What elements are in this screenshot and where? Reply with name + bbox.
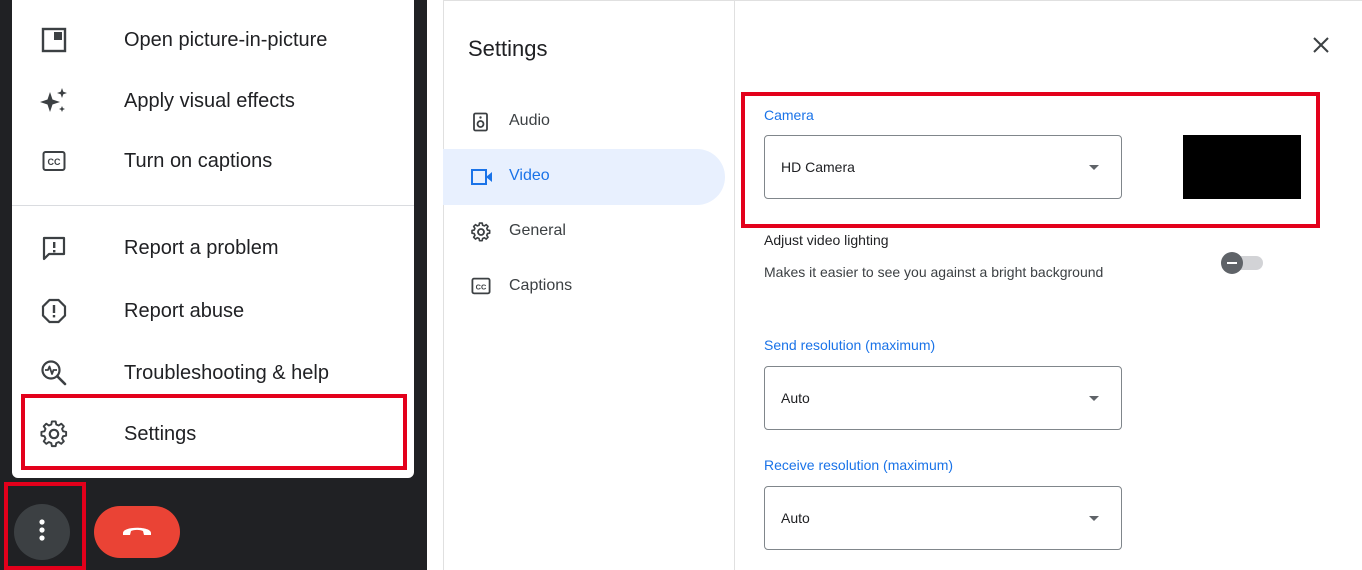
nav-item-general[interactable]: General xyxy=(443,204,725,260)
end-call-button[interactable] xyxy=(94,506,180,558)
nav-item-captions[interactable]: CC Captions xyxy=(443,259,725,315)
end-call-icon xyxy=(121,523,153,542)
receive-resolution-select[interactable]: Auto xyxy=(764,486,1122,550)
camera-preview xyxy=(1183,135,1301,199)
menu-item-label: Apply visual effects xyxy=(124,89,295,112)
menu-item-label: Open picture-in-picture xyxy=(124,28,328,51)
report-abuse-icon xyxy=(40,297,68,325)
menu-item-visual-effects[interactable]: Apply visual effects xyxy=(12,71,414,131)
nav-item-label: Audio xyxy=(509,112,550,129)
nav-item-label: Video xyxy=(509,167,550,184)
menu-divider xyxy=(12,205,414,206)
svg-text:CC: CC xyxy=(476,282,487,291)
gear-icon xyxy=(471,222,491,242)
send-resolution-value: Auto xyxy=(781,390,810,406)
nav-item-label: General xyxy=(509,222,566,239)
menu-item-label: Report abuse xyxy=(124,299,245,322)
nav-divider xyxy=(734,0,735,570)
send-resolution-select[interactable]: Auto xyxy=(764,366,1122,430)
lighting-title: Adjust video lighting xyxy=(764,232,889,248)
nav-item-video[interactable]: Video xyxy=(443,149,725,205)
chevron-down-icon xyxy=(1089,396,1099,401)
speaker-icon xyxy=(471,112,491,132)
picture-in-picture-icon xyxy=(40,26,68,54)
sparkle-icon xyxy=(40,87,68,115)
lighting-description: Makes it easier to see you against a bri… xyxy=(764,264,1104,280)
menu-item-troubleshooting[interactable]: Troubleshooting & help xyxy=(12,343,414,403)
lighting-toggle-knob[interactable] xyxy=(1221,252,1243,274)
chevron-down-icon xyxy=(1089,516,1099,521)
send-resolution-label: Send resolution (maximum) xyxy=(764,337,936,353)
nav-item-audio[interactable]: Audio xyxy=(443,94,725,150)
menu-item-picture-in-picture[interactable]: Open picture-in-picture xyxy=(12,10,414,70)
video-camera-icon xyxy=(471,167,492,187)
menu-item-label: Turn on captions xyxy=(124,149,273,172)
troubleshooting-icon xyxy=(40,359,68,387)
menu-item-label: Settings xyxy=(124,422,197,445)
menu-item-label: Report a problem xyxy=(124,236,279,259)
svg-text:CC: CC xyxy=(48,157,61,167)
camera-select-value: HD Camera xyxy=(781,159,855,175)
more-options-menu: Open picture-in-picture Apply visual eff… xyxy=(12,0,414,478)
menu-item-captions[interactable]: CC Turn on captions xyxy=(12,131,414,191)
camera-select[interactable]: HD Camera xyxy=(764,135,1122,199)
close-icon[interactable] xyxy=(1308,32,1334,58)
meeting-background: Open picture-in-picture Apply visual eff… xyxy=(0,0,427,570)
more-options-button[interactable] xyxy=(14,504,70,560)
chevron-down-icon xyxy=(1089,165,1099,170)
menu-item-settings[interactable]: Settings xyxy=(12,404,414,464)
menu-item-report-abuse[interactable]: Report abuse xyxy=(12,281,414,341)
gear-icon xyxy=(40,420,68,448)
receive-resolution-label: Receive resolution (maximum) xyxy=(764,457,954,473)
dialog-title: Settings xyxy=(468,36,548,61)
camera-label: Camera xyxy=(764,107,814,123)
captions-icon: CC xyxy=(40,147,68,175)
receive-resolution-value: Auto xyxy=(781,510,810,526)
more-vert-icon xyxy=(38,518,46,547)
captions-icon: CC xyxy=(471,277,491,297)
report-problem-icon xyxy=(40,234,68,262)
menu-item-report-problem[interactable]: Report a problem xyxy=(12,218,414,278)
nav-item-label: Captions xyxy=(509,277,573,294)
menu-item-label: Troubleshooting & help xyxy=(124,361,329,384)
